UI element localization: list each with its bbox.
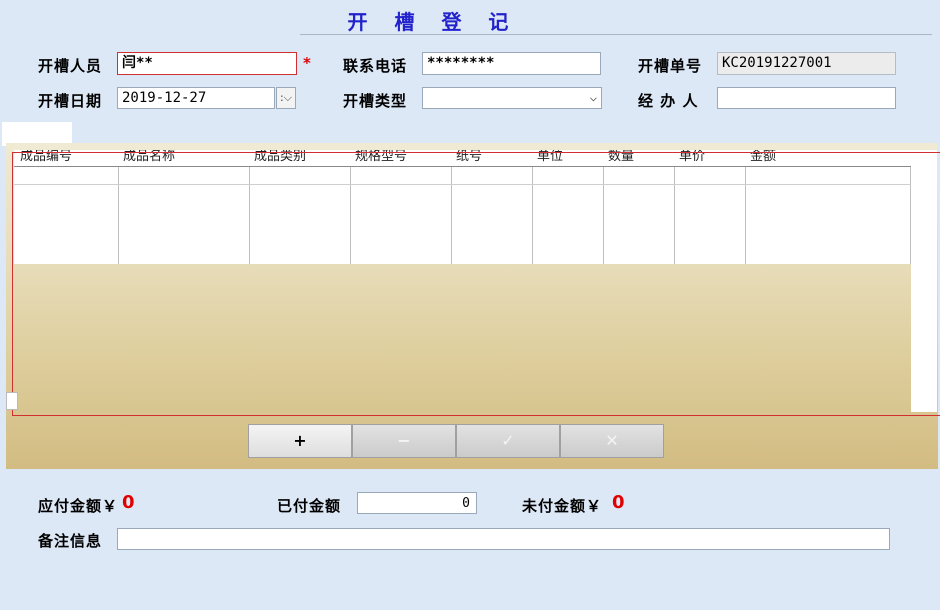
paid-amount-input[interactable]: 0 bbox=[357, 492, 477, 514]
type-label: 开槽类型 bbox=[343, 92, 408, 110]
unpaid-label: 未付金额￥ bbox=[522, 497, 603, 515]
chevron-down-icon: :⌵ bbox=[279, 91, 293, 104]
phone-input[interactable]: ******** bbox=[422, 52, 601, 75]
remove-row-button[interactable]: − bbox=[352, 424, 456, 458]
grid-selection-border bbox=[12, 152, 940, 416]
remark-input[interactable] bbox=[117, 528, 890, 550]
required-mark: * bbox=[303, 54, 311, 72]
cancel-button[interactable]: ✕ bbox=[560, 424, 664, 458]
date-input[interactable]: 2019-12-27 bbox=[117, 87, 275, 109]
payable-value: 0 bbox=[122, 492, 135, 513]
date-picker-button[interactable]: :⌵ bbox=[276, 87, 296, 109]
page-title: 开 槽 登 记 bbox=[347, 10, 519, 34]
add-row-button[interactable]: + bbox=[248, 424, 352, 458]
type-select[interactable]: ⌵ bbox=[422, 87, 602, 109]
order-no-label: 开槽单号 bbox=[638, 57, 703, 75]
operator-label: 开槽人员 bbox=[38, 57, 103, 75]
handler-label: 经 办 人 bbox=[638, 92, 699, 110]
chevron-down-icon: ⌵ bbox=[589, 90, 597, 104]
order-no-field: KC20191227001 bbox=[717, 52, 896, 75]
grid-row-indicator bbox=[6, 392, 18, 410]
payable-label: 应付金额￥ bbox=[38, 497, 119, 515]
operator-input[interactable]: 闫** bbox=[117, 52, 297, 75]
title-divider bbox=[300, 34, 932, 35]
unpaid-value: 0 bbox=[612, 492, 625, 513]
confirm-button[interactable]: ✓ bbox=[456, 424, 560, 458]
remark-label: 备注信息 bbox=[38, 532, 103, 550]
paid-label: 已付金额 bbox=[277, 497, 342, 515]
handler-input[interactable] bbox=[717, 87, 896, 109]
phone-label: 联系电话 bbox=[343, 57, 408, 75]
date-label: 开槽日期 bbox=[38, 92, 103, 110]
